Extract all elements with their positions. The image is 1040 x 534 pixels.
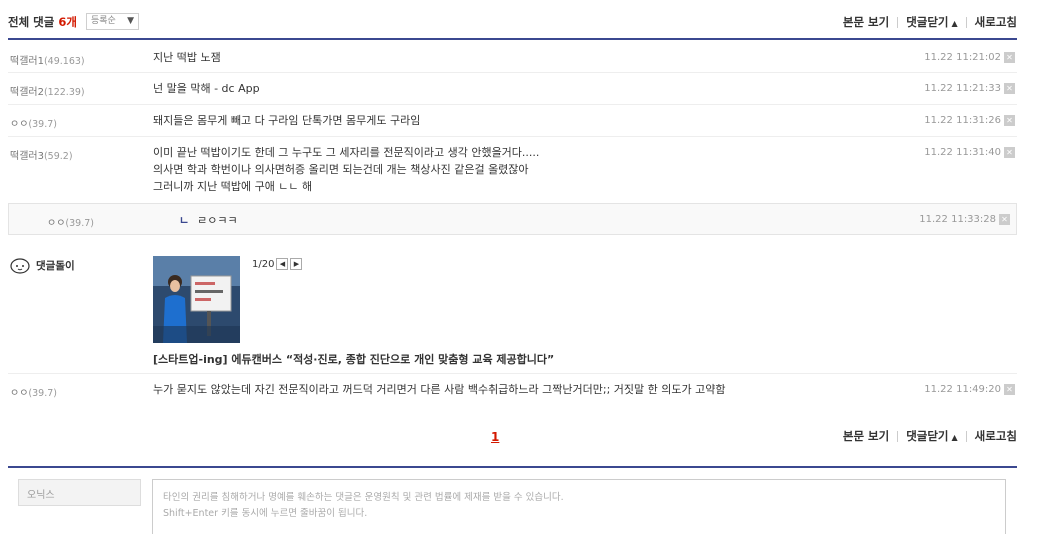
- prev-arrow-icon[interactable]: ◀: [276, 258, 289, 270]
- chevron-down-icon: ▼: [127, 16, 134, 26]
- close-comments-link[interactable]: 댓글닫기 ▲: [906, 428, 957, 444]
- nickname-field[interactable]: 오닉스: [18, 479, 141, 506]
- comment-count: 6개: [58, 15, 77, 29]
- form-divider: [8, 466, 1017, 468]
- reply-nick[interactable]: ㅇㅇ(39.7): [47, 214, 94, 229]
- delete-icon[interactable]: ✕: [999, 214, 1010, 225]
- refresh-link[interactable]: 새로고침: [975, 14, 1017, 30]
- comment-text-line: 의사면 학과 학번이나 의사면허증 올리면 되는건데 개는 책상사진 같은걸 올…: [153, 163, 529, 176]
- delete-icon[interactable]: ✕: [1004, 115, 1015, 126]
- bot-face-icon: [10, 258, 30, 274]
- comment-nick[interactable]: ㅇㅇ(39.7): [10, 115, 57, 130]
- comment-header: 전체 댓글 6개 등록순 ▼ 본문 보기 댓글닫기 ▲ 새로고침: [8, 8, 1017, 40]
- delete-icon[interactable]: ✕: [1004, 52, 1015, 63]
- news-photo: [153, 256, 240, 343]
- bot-pager: 1/20 ◀ ▶: [252, 258, 303, 270]
- refresh-link[interactable]: 새로고침: [975, 428, 1017, 444]
- comment-text-line: 이미 끝난 떡밥이기도 한데 그 누구도 그 세자리를 전문직이라고 생각 안했…: [153, 146, 540, 159]
- sort-select[interactable]: 등록순 ▼: [86, 13, 139, 30]
- delete-icon[interactable]: ✕: [1004, 83, 1015, 94]
- page-link-current[interactable]: 1: [491, 430, 499, 444]
- comment-text: 누가 묻지도 않았는데 자긴 전문직이라고 꺼드덕 거리면거 다른 사람 백수취…: [153, 383, 726, 396]
- comment-controls: 본문 보기 댓글닫기 ▲ 새로고침: [843, 14, 1017, 30]
- comment-text: 지난 떡밥 노잼: [153, 51, 221, 64]
- comment-row: ㅇㅇ(39.7) 돼지들은 몸무게 빼고 다 구라임 단톡가면 몸무게도 구라임…: [8, 105, 1017, 137]
- news-thumbnail[interactable]: [153, 256, 240, 343]
- comment-text: 넌 말을 막해 - dc App: [153, 82, 260, 95]
- delete-icon[interactable]: ✕: [1004, 384, 1015, 395]
- reply-corner-icon: ㄴ: [179, 214, 190, 227]
- bot-name: 댓글돌이: [10, 256, 75, 274]
- comment-placeholder-line: 타인의 권리를 침해하거나 명예를 훼손하는 댓글은 운영원칙 및 관련 법률에…: [163, 492, 564, 503]
- triangle-up-icon: ▲: [951, 19, 958, 28]
- reply-text: ㄴㄹㅇㅋㅋ: [179, 214, 238, 227]
- reply-row: ㅇㅇ(39.7) ㄴㄹㅇㅋㅋ 11.22 11:33:28 ✕: [8, 203, 1017, 235]
- comment-time: 11.22 11:31:40: [924, 147, 1001, 158]
- comment-nick[interactable]: ㅇㅇ(39.7): [10, 384, 57, 399]
- comment-bot-row: 댓글돌이 1/20 ◀ ▶ [스타트업-ing] 에듀캔버스 “적성·진로, 종…: [8, 246, 1017, 374]
- comment-textarea[interactable]: 타인의 권리를 침해하거나 명예를 훼손하는 댓글은 운영원칙 및 관련 법률에…: [152, 479, 1006, 534]
- triangle-up-icon: ▲: [951, 433, 958, 442]
- reply-time: 11.22 11:33:28: [919, 214, 996, 225]
- comment-text: 돼지들은 몸무게 빼고 다 구라임 단톡가면 몸무게도 구라임: [153, 114, 421, 127]
- comment-time: 11.22 11:49:20: [924, 384, 1001, 395]
- footer-controls: 본문 보기 댓글닫기 ▲ 새로고침: [843, 428, 1017, 444]
- comment-row: 떡갤러1(49.163) 지난 떡밥 노잼 11.22 11:21:02 ✕: [8, 42, 1017, 73]
- comment-row: 떡갤러2(122.39) 넌 말을 막해 - dc App 11.22 11:2…: [8, 73, 1017, 105]
- divider: [897, 430, 899, 442]
- close-comments-link[interactable]: 댓글닫기 ▲: [906, 14, 957, 30]
- comment-placeholder-line: Shift+Enter 키를 동시에 누르면 줄바꿈이 됩니다.: [163, 508, 368, 519]
- comment-time: 11.22 11:21:02: [924, 52, 1001, 63]
- comment-time: 11.22 11:21:33: [924, 83, 1001, 94]
- divider: [897, 16, 899, 28]
- delete-icon[interactable]: ✕: [1004, 147, 1015, 158]
- comment-time: 11.22 11:31:26: [924, 115, 1001, 126]
- pager-count: 1/20: [252, 258, 275, 270]
- view-post-link[interactable]: 본문 보기: [843, 14, 889, 30]
- comment-nick[interactable]: 떡갤러3(59.2): [10, 147, 73, 162]
- next-arrow-icon[interactable]: ▶: [290, 258, 303, 270]
- news-headline-link[interactable]: [스타트업-ing] 에듀캔버스 “적성·진로, 종합 진단으로 개인 맞춤형 …: [153, 351, 554, 367]
- comment-nick[interactable]: 떡갤러2(122.39): [10, 83, 85, 98]
- view-post-link[interactable]: 본문 보기: [843, 428, 889, 444]
- divider: [965, 430, 967, 442]
- comment-count-title: 전체 댓글 6개: [8, 15, 77, 29]
- comment-row: ㅇㅇ(39.7) 누가 묻지도 않았는데 자긴 전문직이라고 꺼드덕 거리면거 …: [8, 374, 1017, 406]
- comment-nick[interactable]: 떡갤러1(49.163): [10, 52, 85, 67]
- comment-row: 떡갤러3(59.2) 이미 끝난 떡밥이기도 한데 그 누구도 그 세자리를 전…: [8, 137, 1017, 203]
- comment-text-line: 그러니까 지난 떡밥에 구애 ㄴㄴ 해: [153, 180, 313, 193]
- divider: [965, 16, 967, 28]
